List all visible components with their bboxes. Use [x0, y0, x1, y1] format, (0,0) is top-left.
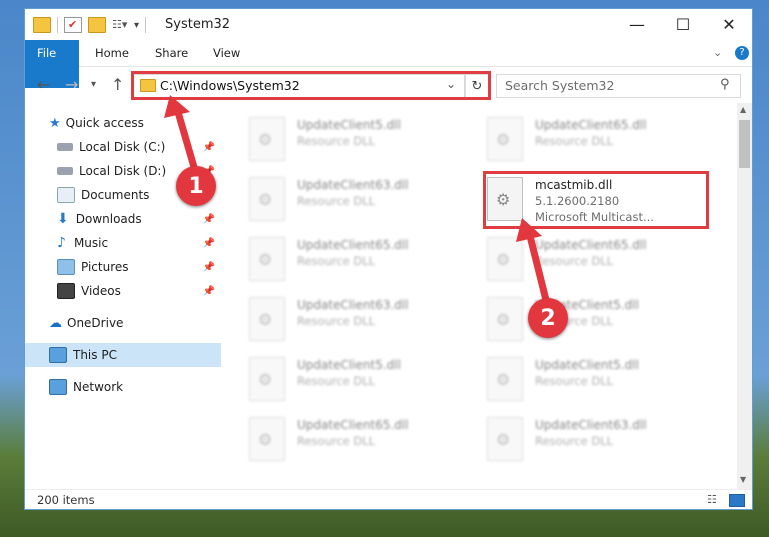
step-2-badge: 2: [528, 298, 568, 338]
annotation-arrows: [164, 95, 551, 308]
step-1-badge: 1: [176, 166, 216, 206]
arrow-1-head: [164, 95, 190, 118]
arrow-2-head: [516, 218, 542, 242]
arrow-2-shaft: [526, 232, 551, 308]
arrow-1-shaft: [174, 108, 200, 178]
